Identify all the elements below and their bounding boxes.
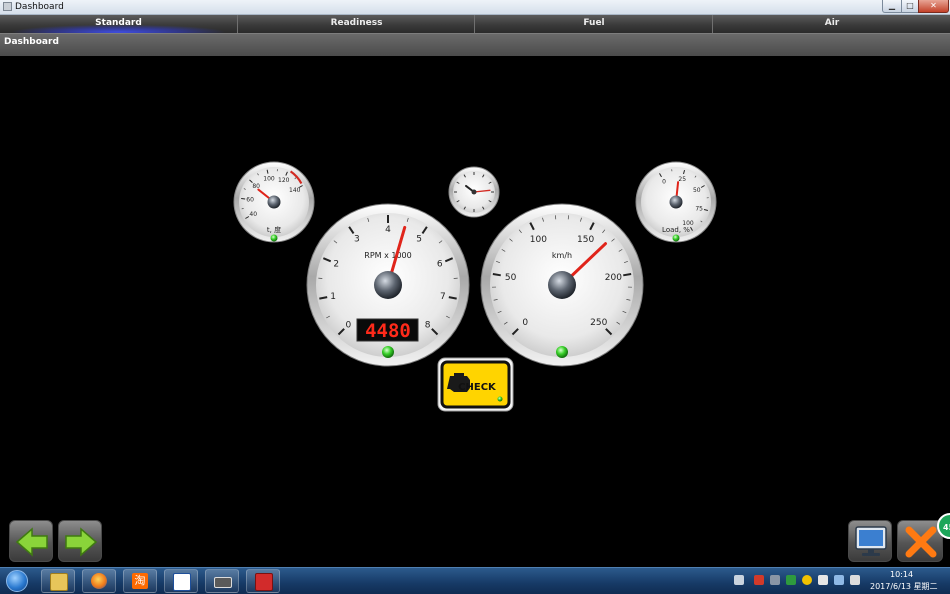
shield-tray-icon[interactable] [786,575,796,585]
tab-fuel[interactable]: Fuel [474,15,713,33]
tachometer-gauge: 0 1 2 3 4 5 6 7 8 RPM x 1000 4480 [307,204,469,366]
back-button[interactable] [9,520,53,562]
volume-tray-icon[interactable] [850,575,860,585]
taskbar-toolbox-app[interactable] [246,569,280,593]
tab-air[interactable]: Air [712,15,950,33]
coolant-temp-gauge: 406080100120140 t, 度 [234,162,314,242]
speed-hub [548,271,576,299]
close-window-button[interactable]: ✕ [918,0,949,13]
coolant-unit-label: t, 度 [267,225,281,234]
speedometer-gauge: 0 50 100 150 200 250 km/h [481,204,643,366]
app-window-icon [3,2,12,11]
arrow-left-icon [10,521,54,563]
rpm-hub [374,271,402,299]
check-engine-light: CHECK [438,358,513,411]
rpm-tick-label: 3 [354,235,360,245]
coolant-tick-label: 100 [263,176,275,183]
coolant-hub [268,196,281,209]
monitor-icon [849,521,893,563]
rpm-tick-label: 5 [416,235,422,245]
maximize-button[interactable]: □ [901,0,919,13]
load-unit-label: Load, % [662,226,690,234]
load-tick-label: 75 [695,205,703,212]
network-tray-icon[interactable] [834,575,844,585]
taobao-icon: 淘 [132,573,148,589]
acrobat-tray-icon[interactable] [754,575,764,585]
speed-tick-label: 0 [522,318,528,328]
tab-bar: Standard Readiness Fuel Air [0,15,950,33]
rpm-unit-label: RPM x 1000 [364,251,411,260]
rpm-tick-label: 7 [440,292,446,302]
keyboard-tray-icon[interactable] [734,575,744,585]
coolant-status-led [271,235,278,242]
usb-tray-icon[interactable] [770,575,780,585]
load-tick-label: 0 [662,178,666,185]
load-status-led [673,235,680,242]
analog-clock [449,167,499,217]
dashboard-panel: 406080100120140 t, 度 0255075100 Load, % [0,56,950,511]
firefox-icon [91,573,107,589]
rpm-tick-label: 2 [333,260,339,270]
speed-tick-label: 150 [577,235,594,245]
toolbox-icon [255,573,273,591]
coolant-tick-label: 120 [278,177,290,184]
rpm-status-led [382,346,394,358]
arrow-right-icon [59,521,103,563]
load-tick-label: 50 [693,187,701,194]
rpm-digital-value: 4480 [365,320,411,342]
taskbar-chip-tool[interactable] [205,569,239,593]
rpm-tick-label: 1 [330,292,336,302]
tab-readiness[interactable]: Readiness [237,15,475,33]
rpm-tick-label: 8 [425,321,431,331]
speed-major-tick [623,274,631,275]
forward-button[interactable] [58,520,102,562]
speed-tick-label: 200 [605,273,622,283]
check-label: CHECK [458,382,497,393]
folder-icon [50,573,68,591]
security-tray-icon[interactable] [802,575,812,585]
engine-load-gauge: 0255075100 Load, % [636,162,716,242]
taskbar-firefox[interactable] [82,569,116,593]
flag-tray-icon[interactable] [818,575,828,585]
section-header: Dashboard [0,33,950,57]
load-hub [670,196,683,209]
minimize-button[interactable]: ▁ [882,0,902,13]
taskbar-taobao[interactable]: 淘 [123,569,157,593]
gauge-cluster: 406080100120140 t, 度 0255075100 Load, % [0,56,950,511]
speed-tick-label: 250 [590,318,607,328]
window-title-bar: Dashboard ▁ □ ✕ [0,0,950,15]
chip-icon [214,577,232,588]
rpm-tick-label: 0 [346,321,352,331]
start-button[interactable] [6,570,28,592]
speed-tick-label: 50 [505,273,517,283]
section-title: Dashboard [4,37,59,47]
check-status-led [498,397,503,402]
rpm-tick-label: 6 [437,260,443,270]
speed-unit-label: km/h [552,251,572,260]
rpm-tick-label: 4 [385,225,391,235]
diagnostic-app-icon [173,573,191,591]
clock-hub [472,190,477,195]
taskbar: 淘 10:14 2017/6/13 星期二 [0,567,950,594]
taskbar-diagnostic-app[interactable] [164,569,198,593]
coolant-tick-label: 140 [289,187,301,194]
monitor-button[interactable] [848,520,892,562]
speed-major-tick [493,274,501,275]
window-title: Dashboard [15,0,64,14]
speed-tick-label: 100 [530,235,547,245]
taskbar-clock-time[interactable]: 10:14 [890,570,913,579]
taskbar-clock-date[interactable]: 2017/6/13 星期二 [870,581,938,592]
coolant-tick-label: 60 [246,197,254,204]
taskbar-file-explorer[interactable] [41,569,75,593]
load-tick-label: 25 [678,176,686,183]
coolant-tick-label: 40 [249,211,257,218]
speed-status-led [556,346,568,358]
tab-standard[interactable]: Standard [0,15,237,33]
